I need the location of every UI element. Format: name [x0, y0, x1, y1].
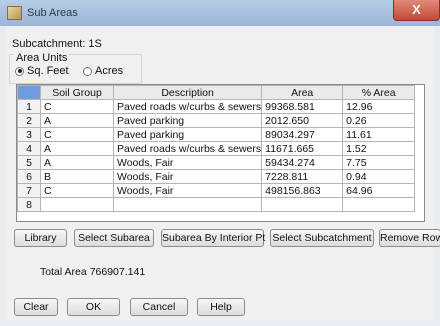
area-cell[interactable]: 498156.863 [261, 183, 344, 198]
soil-group-cell[interactable] [40, 197, 114, 212]
area-cell[interactable]: 59434.274 [261, 155, 344, 170]
soil-group-cell[interactable]: A [40, 141, 114, 156]
subarea-table: Soil Group Description Area % Area 1 C Pav… [17, 85, 416, 212]
table-row[interactable]: 8 [17, 197, 416, 212]
soil-group-cell[interactable]: A [40, 113, 114, 128]
close-button[interactable]: X [393, 0, 440, 21]
table-row[interactable]: 7 C Woods, Fair 498156.863 64.96 [17, 183, 416, 198]
select-all-corner[interactable] [17, 85, 41, 100]
select-subcatchment-button[interactable]: Select Subcatchment [270, 229, 374, 247]
subarea-by-interior-pt-button[interactable]: Subarea By Interior Pt [161, 229, 265, 247]
sub-areas-dialog: Sub Areas X Subcatchment: 1S Area Units … [0, 0, 440, 326]
row-number[interactable]: 5 [17, 155, 41, 170]
pct-area-cell[interactable]: 12.96 [342, 99, 416, 114]
area-cell[interactable]: 2012.650 [261, 113, 344, 128]
table-row[interactable]: 3 C Paved parking 89034.297 11.61 [17, 127, 416, 142]
row-number[interactable]: 6 [17, 169, 41, 184]
table-row[interactable]: 5 A Woods, Fair 59434.274 7.75 [17, 155, 416, 170]
ok-button[interactable]: OK [67, 298, 120, 316]
radio-selected-icon [15, 66, 24, 76]
radio-sq-feet[interactable]: Sq. Feet [15, 65, 69, 77]
soil-group-cell[interactable]: C [40, 99, 114, 114]
description-cell[interactable]: Paved roads w/curbs & sewers [112, 99, 263, 114]
soil-group-cell[interactable]: A [40, 155, 114, 170]
area-cell[interactable]: 11671.665 [261, 141, 344, 156]
description-cell[interactable]: Paved parking [112, 113, 263, 128]
description-cell[interactable]: Paved roads w/curbs & sewers [112, 141, 263, 156]
area-cell[interactable]: 89034.297 [261, 127, 344, 142]
row-number[interactable]: 2 [17, 113, 41, 128]
table-row[interactable]: 6 B Woods, Fair 7228.811 0.94 [17, 169, 416, 184]
cancel-button[interactable]: Cancel [130, 298, 188, 316]
soil-group-cell[interactable]: C [40, 183, 114, 198]
pct-area-cell[interactable]: 64.96 [342, 183, 416, 198]
total-area-value: 766907.141 [89, 266, 146, 278]
table-row[interactable]: 2 A Paved parking 2012.650 0.26 [17, 113, 416, 128]
clear-button[interactable]: Clear [14, 298, 58, 316]
area-cell[interactable] [261, 197, 344, 212]
library-button[interactable]: Library [14, 229, 67, 247]
help-button[interactable]: Help [197, 298, 245, 316]
window-title: Sub Areas [27, 7, 78, 19]
select-subarea-button[interactable]: Select Subarea [74, 229, 154, 247]
soil-group-cell[interactable]: B [40, 169, 114, 184]
col-header-pct-area[interactable]: % Area [342, 85, 416, 100]
row-number[interactable]: 3 [17, 127, 41, 142]
radio-acres-label: Acres [95, 65, 124, 77]
app-icon [7, 6, 22, 20]
col-header-soil-group[interactable]: Soil Group [40, 85, 114, 100]
subarea-grid: Soil Group Description Area % Area 1 C Pav… [16, 84, 425, 222]
table-row[interactable]: 1 C Paved roads w/curbs & sewers 99368.581 1… [17, 99, 416, 114]
total-area-label: Total Area [40, 266, 87, 278]
remove-row-button[interactable]: Remove Row [379, 229, 440, 247]
radio-acres[interactable]: Acres [83, 65, 123, 77]
dialog-body: Subcatchment: 1S Area Units Sq. Feet Acr… [6, 26, 440, 320]
col-header-area[interactable]: Area [261, 85, 344, 100]
pct-area-cell[interactable]: 7.75 [342, 155, 416, 170]
row-number[interactable]: 1 [17, 99, 41, 114]
pct-area-cell[interactable]: 11.61 [342, 127, 416, 142]
area-cell[interactable]: 7228.811 [261, 169, 344, 184]
pct-area-cell[interactable] [342, 197, 416, 212]
row-number[interactable]: 7 [17, 183, 41, 198]
description-cell[interactable] [112, 197, 263, 212]
table-row[interactable]: 4 A Paved roads w/curbs & sewers 11671.665 1… [17, 141, 416, 156]
title-bar[interactable]: Sub Areas X [0, 0, 440, 26]
description-cell[interactable]: Woods, Fair [112, 155, 263, 170]
table-header-row: Soil Group Description Area % Area [17, 85, 416, 100]
total-area: Total Area 766907.141 [40, 266, 145, 278]
subcatchment-label: Subcatchment: 1S [12, 38, 102, 50]
col-header-description[interactable]: Description [112, 85, 263, 100]
description-cell[interactable]: Woods, Fair [112, 183, 263, 198]
radio-sq-feet-label: Sq. Feet [27, 65, 69, 77]
description-cell[interactable]: Paved parking [112, 127, 263, 142]
row-number[interactable]: 4 [17, 141, 41, 156]
pct-area-cell[interactable]: 1.52 [342, 141, 416, 156]
area-units-legend: Area Units [14, 52, 70, 64]
pct-area-cell[interactable]: 0.26 [342, 113, 416, 128]
pct-area-cell[interactable]: 0.94 [342, 169, 416, 184]
area-cell[interactable]: 99368.581 [261, 99, 344, 114]
radio-unselected-icon [83, 66, 92, 76]
description-cell[interactable]: Woods, Fair [112, 169, 263, 184]
row-number[interactable]: 8 [17, 197, 41, 212]
soil-group-cell[interactable]: C [40, 127, 114, 142]
